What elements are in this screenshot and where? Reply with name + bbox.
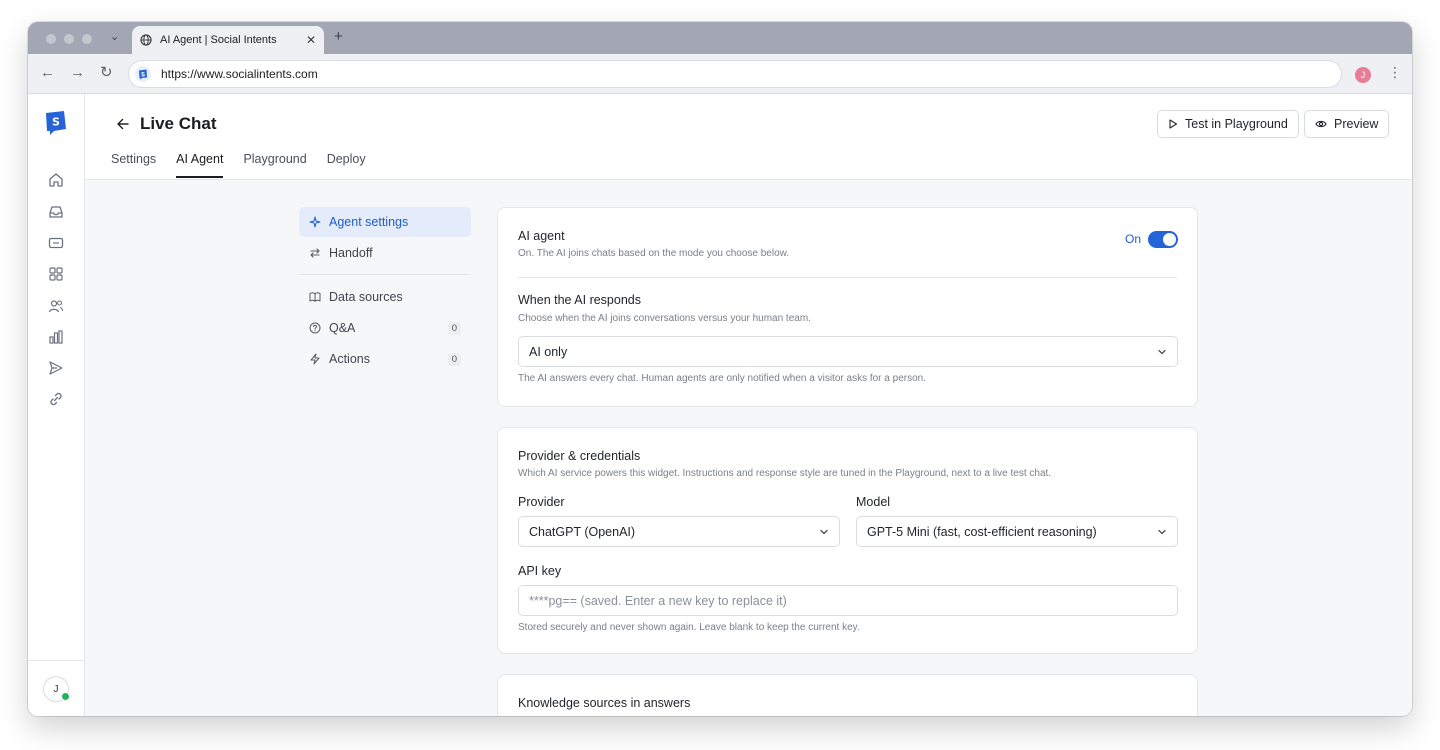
chevron-down-icon (1158, 349, 1166, 355)
provider-card-hint: Which AI service powers this widget. Ins… (518, 468, 1052, 479)
provider-select[interactable]: ChatGPT (OpenAI) (518, 516, 840, 547)
provider-card-title: Provider & credentials (518, 449, 641, 463)
provider-label: Provider (518, 495, 565, 509)
online-status-dot (61, 692, 70, 701)
back-arrow-icon[interactable] (115, 116, 131, 132)
test-in-playground-button[interactable]: Test in Playground (1157, 110, 1299, 138)
subnav-item-label: Q&A (329, 321, 356, 335)
subnav-item-handoff[interactable]: Handoff (299, 238, 471, 268)
page-tabs: Settings AI Agent Playground Deploy (111, 152, 366, 178)
card-divider (518, 277, 1177, 278)
tab-settings[interactable]: Settings (111, 152, 156, 178)
subnav-item-actions[interactable]: Actions 0 (299, 344, 471, 374)
tab-ai-agent[interactable]: AI Agent (176, 152, 224, 178)
response-mode-select[interactable]: AI only (518, 336, 1178, 367)
svg-text:S: S (141, 71, 145, 78)
subnav-item-data-sources[interactable]: Data sources (299, 282, 471, 312)
responds-title: When the AI responds (518, 293, 641, 307)
browser-menu-icon[interactable]: ⋮ (1388, 64, 1402, 81)
ai-agent-status-hint: On. The AI joins chats based on the mode… (518, 248, 790, 259)
subnav-item-agent-settings[interactable]: Agent settings (299, 207, 471, 237)
provider-value: ChatGPT (OpenAI) (529, 524, 636, 539)
model-select[interactable]: GPT-5 Mini (fast, cost-efficient reasoni… (856, 516, 1178, 547)
subnav-item-label: Handoff (329, 246, 373, 260)
new-tab-icon[interactable]: + (334, 28, 343, 45)
app-area: S J Live Chat Test in Playground Preview… (28, 94, 1412, 716)
api-key-hint: Stored securely and never shown again. L… (518, 622, 860, 633)
home-icon[interactable] (48, 172, 64, 188)
subnav-item-label: Data sources (329, 290, 403, 304)
model-value: GPT-5 Mini (fast, cost-efficient reasoni… (867, 524, 1097, 539)
users-icon[interactable] (48, 298, 64, 314)
tab-search-chevron-icon[interactable]: ⌄ (110, 30, 119, 43)
page-title: Live Chat (140, 114, 217, 133)
browser-tab[interactable]: AI Agent | Social Intents ✕ (132, 26, 324, 54)
qa-count-badge: 0 (447, 321, 461, 335)
preview-label: Preview (1334, 117, 1379, 131)
toggle-knob (1163, 233, 1176, 246)
reload-icon[interactable]: ↻ (100, 65, 113, 81)
provider-credentials-card: Provider & credentials Which AI service … (497, 427, 1198, 654)
social-intents-logo[interactable]: S (44, 110, 68, 136)
maximize-window-button[interactable] (82, 34, 92, 44)
swap-icon (310, 248, 320, 258)
ai-agent-title: AI agent (518, 229, 565, 243)
knowledge-sources-card: Knowledge sources in answers (497, 674, 1198, 716)
api-key-placeholder: ****pg== (saved. Enter a new key to repl… (529, 593, 787, 608)
test-in-playground-label: Test in Playground (1185, 117, 1288, 131)
tab-playground[interactable]: Playground (243, 152, 306, 178)
model-label: Model (856, 495, 891, 509)
close-tab-icon[interactable]: ✕ (306, 33, 316, 47)
ai-agent-toggle-label: On (1125, 232, 1142, 246)
page-header: Live Chat Test in Playground Preview Set… (85, 94, 1412, 180)
ai-agent-toggle[interactable] (1148, 231, 1178, 248)
left-rail: S J (28, 94, 85, 716)
globe-icon (140, 34, 152, 46)
forward-icon[interactable]: → (70, 65, 85, 81)
bolt-icon (310, 353, 320, 365)
api-key-input[interactable]: ****pg== (saved. Enter a new key to repl… (518, 585, 1178, 616)
chart-icon[interactable] (48, 329, 64, 345)
play-icon (1169, 119, 1178, 129)
browser-tabstrip: ⌄ AI Agent | Social Intents ✕ + (28, 22, 1412, 54)
window-controls (46, 34, 92, 44)
eye-icon (1315, 120, 1327, 128)
knowledge-card-title: Knowledge sources in answers (518, 696, 691, 710)
subnav-item-label: Actions (329, 352, 370, 366)
apps-icon[interactable] (48, 266, 64, 282)
close-window-button[interactable] (46, 34, 56, 44)
chevron-down-icon (820, 529, 828, 535)
subnav-divider (299, 274, 471, 275)
browser-window: ⌄ AI Agent | Social Intents ✕ + ← → ↻ S … (28, 22, 1412, 716)
subnav-item-label: Agent settings (329, 215, 409, 229)
chevron-down-icon (1158, 529, 1166, 535)
minimize-window-button[interactable] (64, 34, 74, 44)
browser-tab-title: AI Agent | Social Intents (160, 34, 277, 46)
response-mode-value: AI only (529, 344, 568, 359)
svg-text:S: S (52, 116, 60, 129)
inbox-icon[interactable] (48, 204, 64, 220)
address-bar[interactable]: S https://www.socialintents.com (128, 60, 1342, 88)
back-icon[interactable]: ← (40, 65, 55, 81)
subnav-item-qa[interactable]: Q&A 0 (299, 313, 471, 343)
responds-hint: Choose when the AI joins conversations v… (518, 313, 811, 324)
site-info-icon[interactable]: S (135, 66, 151, 82)
preview-button[interactable]: Preview (1304, 110, 1390, 138)
url-text: https://www.socialintents.com (161, 67, 318, 81)
question-icon (309, 322, 321, 334)
ticket-icon[interactable] (48, 235, 64, 251)
browser-toolbar: ← → ↻ S https://www.socialintents.com J … (28, 54, 1412, 94)
book-icon (309, 292, 321, 302)
actions-count-badge: 0 (447, 352, 461, 366)
response-mode-hint: The AI answers every chat. Human agents … (518, 373, 926, 384)
tab-deploy[interactable]: Deploy (327, 152, 366, 178)
link-icon[interactable] (48, 391, 64, 407)
send-icon[interactable] (48, 360, 64, 376)
sparkle-icon (309, 216, 321, 228)
api-key-label: API key (518, 564, 562, 578)
ai-agent-card: AI agent On. The AI joins chats based on… (497, 207, 1198, 407)
rail-divider (28, 660, 85, 661)
profile-avatar[interactable]: J (1355, 67, 1371, 83)
